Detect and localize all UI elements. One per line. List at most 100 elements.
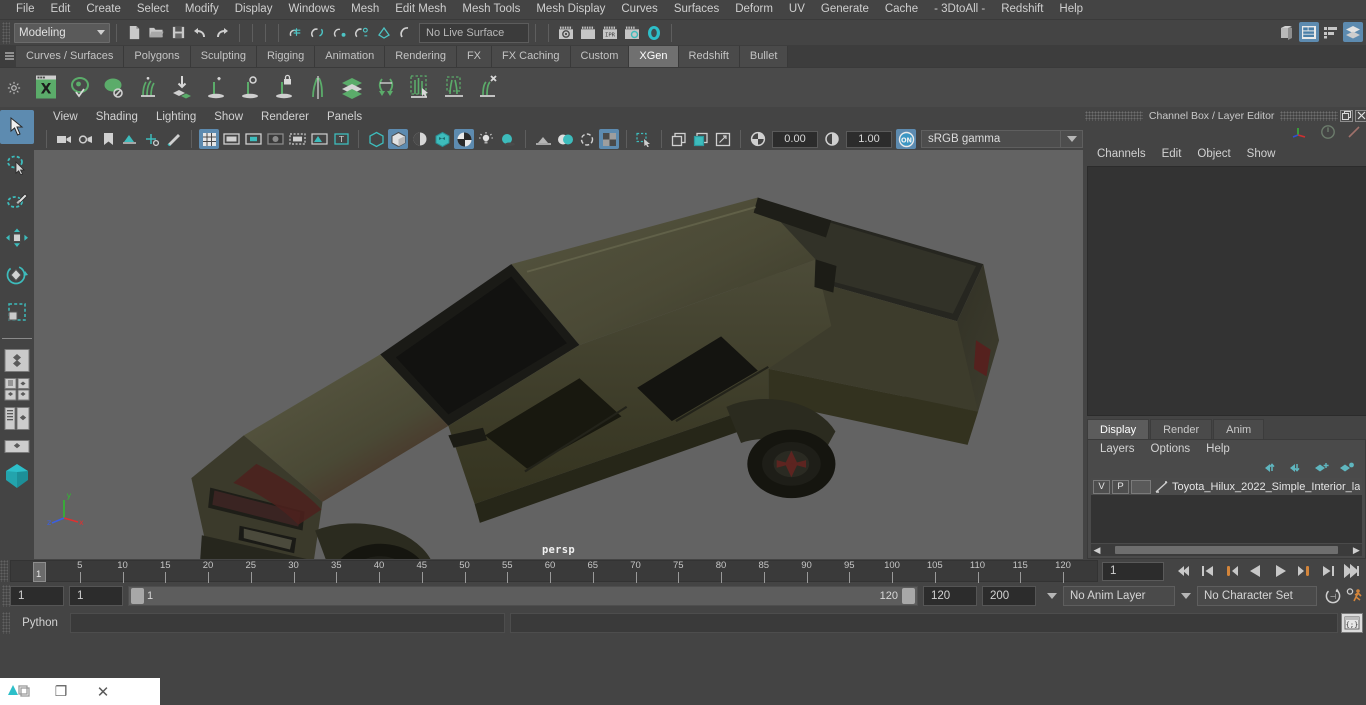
snapshot-icon[interactable] <box>669 129 689 149</box>
paint-select-tool[interactable] <box>0 184 34 218</box>
snap-view-plane-icon[interactable] <box>374 23 394 43</box>
shelf-tab-sculpting[interactable]: Sculpting <box>190 46 257 67</box>
menu-create[interactable]: Create <box>78 0 129 19</box>
render-current-frame-icon[interactable] <box>578 23 598 43</box>
xgen-density-icon[interactable] <box>438 71 470 105</box>
image-plane-icon[interactable] <box>120 129 140 149</box>
viewport-menu-view[interactable]: View <box>44 107 87 128</box>
xgen-geometry-icon[interactable] <box>98 71 130 105</box>
new-layer-icon[interactable] <box>1314 461 1330 475</box>
anim-layer-chevron-down-icon[interactable] <box>1047 593 1057 599</box>
flat-shading-icon[interactable] <box>410 129 430 149</box>
snap-projected-center-icon[interactable] <box>352 23 372 43</box>
xgen-editor-icon[interactable]: X <box>30 71 62 105</box>
menu-edit[interactable]: Edit <box>43 0 79 19</box>
undo-icon[interactable] <box>190 23 210 43</box>
layer-color-swatch[interactable] <box>1131 479 1151 494</box>
use-all-lights-icon[interactable] <box>476 129 496 149</box>
time-slider[interactable]: 1 5 10 15 20 25 30 35 40 45 50 55 60 65 70 75 80 85 90 95 1… <box>10 560 1098 583</box>
layer-menu-layers[interactable]: Layers <box>1092 440 1143 459</box>
scroll-left-icon[interactable]: ◀ <box>1091 545 1103 556</box>
animation-preferences-icon[interactable] <box>1345 586 1365 606</box>
channel-box-menu-edit[interactable]: Edit <box>1154 144 1190 164</box>
snap-point-icon[interactable] <box>330 23 350 43</box>
xgen-eye-icon[interactable] <box>234 71 266 105</box>
xgen-place-icon[interactable] <box>166 71 198 105</box>
character-set-chevron-down-icon[interactable] <box>1181 593 1191 599</box>
script-editor-icon[interactable]: {;} <box>1341 613 1363 633</box>
go-to-start-icon[interactable] <box>1174 561 1194 581</box>
speed-toggle-icon[interactable] <box>1320 124 1336 145</box>
channel-box-menu-show[interactable]: Show <box>1239 144 1284 164</box>
move-tool[interactable] <box>0 221 34 255</box>
shelf-tab-animation[interactable]: Animation <box>315 46 386 67</box>
single-perspective-layout-icon[interactable] <box>2 347 32 373</box>
film-gate-display-icon[interactable] <box>287 129 307 149</box>
close-button[interactable]: ✕ <box>82 683 124 701</box>
range-slider-bar[interactable]: 1 120 <box>128 586 918 606</box>
xgen-preview-icon[interactable] <box>64 71 96 105</box>
shelf-tab-fx-caching[interactable]: FX Caching <box>492 46 571 67</box>
toggle-channel-box-icon[interactable] <box>1343 22 1363 42</box>
expand-view-icon[interactable] <box>713 129 733 149</box>
camera-attributes-icon[interactable] <box>76 129 96 149</box>
select-tool[interactable] <box>0 110 34 144</box>
ambient-occlusion-icon[interactable] <box>533 129 553 149</box>
motion-blur-icon[interactable] <box>577 129 597 149</box>
playback-end-field[interactable]: 120 <box>923 586 977 606</box>
menu-3dtoall[interactable]: - 3DtoAll - <box>926 0 993 19</box>
xray-joints-icon[interactable] <box>309 129 329 149</box>
viewport-menu-lighting[interactable]: Lighting <box>147 107 205 128</box>
channel-box-attribute-list[interactable] <box>1087 166 1366 416</box>
menu-uv[interactable]: UV <box>781 0 813 19</box>
character-set-select[interactable]: No Character Set <box>1197 586 1317 606</box>
restore-button[interactable]: ❐ <box>40 683 82 700</box>
resolution-gate-icon[interactable] <box>243 129 263 149</box>
outliner-persp-layout-icon[interactable] <box>2 405 32 431</box>
restore-window-icon[interactable] <box>1340 109 1354 122</box>
viewport-menu-show[interactable]: Show <box>205 107 252 128</box>
step-forward-keyframe-icon[interactable] <box>1318 561 1338 581</box>
render-settings-icon[interactable] <box>622 23 642 43</box>
snap-curve-icon[interactable] <box>308 23 328 43</box>
close-icon[interactable] <box>1355 109 1366 122</box>
menu-generate[interactable]: Generate <box>813 0 877 19</box>
four-view-layout-icon[interactable] <box>2 376 32 402</box>
layer-tab-display[interactable]: Display <box>1087 419 1150 439</box>
channel-slider-icon[interactable] <box>1346 124 1362 145</box>
grid-toggle-icon[interactable] <box>199 129 219 149</box>
rotate-tool[interactable] <box>0 258 34 292</box>
xgen-lock-icon[interactable] <box>268 71 300 105</box>
layer-menu-options[interactable]: Options <box>1143 440 1199 459</box>
texture-toggle-icon[interactable]: T <box>331 129 351 149</box>
shelf-tab-polygons[interactable]: Polygons <box>124 46 191 67</box>
layer-menu-help[interactable]: Help <box>1198 440 1238 459</box>
viewport-menu-shading[interactable]: Shading <box>87 107 147 128</box>
gamma-field[interactable]: 1.00 <box>846 130 892 148</box>
step-back-frame-icon[interactable] <box>1222 561 1242 581</box>
menu-mesh-tools[interactable]: Mesh Tools <box>454 0 528 19</box>
time-slider-grip[interactable] <box>0 560 8 582</box>
menu-windows[interactable]: Windows <box>280 0 343 19</box>
shelf-tab-fx[interactable]: FX <box>456 46 493 67</box>
auto-keyframe-icon[interactable]: ⊣ <box>1323 586 1343 606</box>
play-forwards-icon[interactable] <box>1270 561 1290 581</box>
shelf-tab-redshift[interactable]: Redshift <box>678 46 740 67</box>
ipr-render-icon[interactable]: IPR <box>600 23 620 43</box>
menu-help[interactable]: Help <box>1051 0 1091 19</box>
xgen-layers-icon[interactable] <box>336 71 368 105</box>
menu-mesh[interactable]: Mesh <box>343 0 387 19</box>
shelf-tab-xgen[interactable]: XGen <box>629 46 679 67</box>
toggle-tool-settings-icon[interactable] <box>1321 22 1341 42</box>
shaded-textured-icon[interactable] <box>432 129 452 149</box>
menu-select[interactable]: Select <box>129 0 177 19</box>
color-management-toggle-icon[interactable]: ON <box>896 129 916 149</box>
go-to-end-icon[interactable] <box>1342 561 1362 581</box>
shelf-tab-rigging[interactable]: Rigging <box>256 46 316 67</box>
menu-edit-mesh[interactable]: Edit Mesh <box>387 0 454 19</box>
toggle-outliner-icon[interactable] <box>1277 22 1297 42</box>
shelf-tab-bullet[interactable]: Bullet <box>739 46 789 67</box>
texture-map-icon[interactable] <box>454 129 474 149</box>
animation-start-field[interactable]: 1 <box>10 586 64 606</box>
isolate-select-icon[interactable] <box>634 129 654 149</box>
